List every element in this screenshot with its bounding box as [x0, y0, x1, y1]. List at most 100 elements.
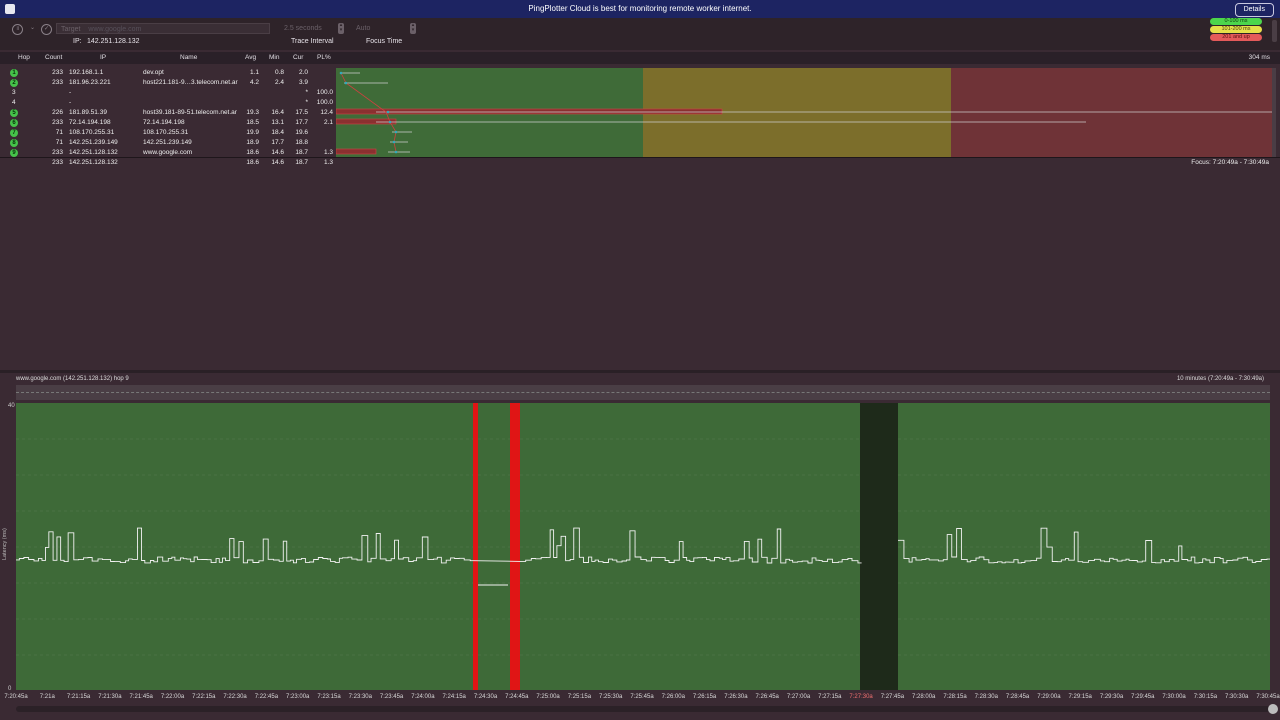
x-tick-label: 7:21a	[39, 694, 55, 700]
hop-cur: 2.0	[298, 69, 308, 76]
table-row[interactable]: 8 71 142.251.239.149 142.251.239.149 18.9 17.…	[0, 138, 336, 148]
col-ip[interactable]: IP	[100, 54, 106, 61]
focus-label: Focus: 7:20:49a - 7:30:49a	[1191, 159, 1269, 166]
loss-bar-hop-5	[336, 108, 723, 115]
col-hop[interactable]: Hop	[18, 54, 30, 61]
col-cur[interactable]: Cur	[293, 54, 303, 61]
hop-cur: 18.7	[295, 149, 308, 156]
hop-cur: *	[305, 99, 308, 106]
loss-bar-1	[473, 403, 478, 690]
summary-count: 233	[52, 159, 63, 166]
x-tick-label: 7:20:45a	[4, 694, 28, 700]
trace-graph[interactable]	[336, 68, 1272, 157]
x-tick-label: 7:22:30a	[223, 694, 247, 700]
toolbar-side-tab[interactable]	[1272, 20, 1277, 42]
x-tick-label: 7:29:30a	[1099, 694, 1124, 700]
table-header: Hop Count IP Name Avg Min Cur PL% 304 ms	[0, 52, 1280, 64]
latency-graph[interactable]	[16, 403, 1270, 690]
y-axis-label: Latency (ms)	[2, 528, 8, 560]
hop-badge: 8	[10, 139, 18, 147]
table-row[interactable]: 5 226 181.89.51.39 host39.181-89-51.telecom…	[0, 108, 336, 118]
hop-cur: 17.5	[295, 109, 308, 116]
pause-icon[interactable]: ॥	[12, 24, 23, 35]
hop-min: 14.6	[271, 149, 284, 156]
hop-number: 3	[12, 89, 16, 96]
summary-min: 14.6	[271, 159, 284, 166]
col-avg[interactable]: Avg	[245, 54, 256, 61]
focus-time-stepper[interactable]: ▴ ▾	[410, 23, 416, 34]
hop-name: host39.181-89-51.telecom.net.ar	[143, 109, 237, 116]
hop-ip: -	[69, 99, 72, 106]
hop-min: 0.8	[274, 69, 284, 76]
details-button[interactable]: Details	[1234, 3, 1274, 17]
table-row[interactable]: 4 - * 100.0	[0, 98, 336, 108]
x-tick-label: 7:26:45a	[755, 694, 779, 700]
target-field[interactable]: Target www.google.com	[56, 23, 270, 34]
hop-badge: 9	[10, 149, 18, 157]
table-row[interactable]: 1 233 192.168.1.1 dev.opt 1.1 0.8 2.0	[0, 68, 336, 78]
table-row[interactable]: 3 - * 100.0	[0, 88, 336, 98]
x-tick-label: 7:27:45a	[880, 694, 905, 700]
x-tick-label: 7:30:15a	[1193, 694, 1218, 700]
x-tick-label: 7:23:30a	[348, 694, 372, 700]
x-tick-label: 7:24:15a	[442, 694, 466, 700]
x-tick-label: 7:28:15a	[943, 694, 967, 700]
x-tick-label: 7:22:00a	[160, 694, 185, 700]
x-tick-label: 7:23:00a	[286, 694, 310, 700]
ip-value: 142.251.128.132	[87, 38, 140, 45]
table-row[interactable]: 7 71 108.170.255.31 108.170.255.31 19.9 18.4 1…	[0, 128, 336, 138]
loss-bar-2	[510, 403, 520, 690]
x-tick-label: 7:24:45a	[505, 694, 529, 700]
x-tick-label: 7:30:45a	[1256, 694, 1280, 700]
promo-banner: PingPlotter Cloud is best for monitoring…	[0, 0, 1280, 18]
trace-interval-select[interactable]: 2.5 seconds	[280, 23, 338, 34]
hop-pl: 2.1	[323, 119, 333, 126]
graph-range-label[interactable]: 10 minutes (7:20:49a - 7:30:49a)	[1177, 376, 1264, 382]
loss-strip-line	[16, 392, 1270, 393]
graph-header: www.google.com (142.251.128.132) hop 9 1…	[0, 375, 1280, 385]
hop-cur: 19.6	[295, 129, 308, 136]
graph-host-label: www.google.com (142.251.128.132) hop 9	[16, 376, 129, 382]
hop-ip: -	[69, 89, 72, 96]
x-tick-label: 7:30:30a	[1225, 694, 1249, 700]
timeline-scrollbar[interactable]	[16, 704, 1278, 714]
hop-cur: *	[305, 89, 308, 96]
chevron-down-icon[interactable]: ⌄	[30, 24, 35, 31]
x-tick-label: 7:21:45a	[129, 694, 153, 700]
x-tick-label: 7:24:00a	[411, 694, 435, 700]
summary-ip: 142.251.128.132	[69, 159, 118, 166]
x-tick-label: 7:26:30a	[724, 694, 748, 700]
trace-overlay	[336, 71, 1272, 155]
hop-cur: 17.7	[295, 119, 308, 126]
hop-count: 233	[52, 149, 63, 156]
x-tick-label: 7:27:30a	[849, 694, 873, 700]
pane-splitter[interactable]	[0, 370, 1280, 373]
x-tick-label: 7:22:15a	[192, 694, 216, 700]
x-tick-label: 7:22:45a	[254, 694, 279, 700]
table-row[interactable]: 2 233 181.96.23.221 host221.181-9…3.telecom…	[0, 78, 336, 88]
hop-ip: 181.89.51.39	[69, 109, 107, 116]
hop-min: 17.7	[271, 139, 284, 146]
col-count[interactable]: Count	[45, 54, 62, 61]
hop-count: 226	[52, 109, 63, 116]
hop-name: 108.170.255.31	[143, 129, 189, 136]
y-min-label: 0	[8, 686, 12, 692]
hop-badge: 5	[10, 109, 18, 117]
x-tick-label: 7:26:15a	[692, 694, 717, 700]
timeline-scroll-handle[interactable]	[1268, 704, 1278, 714]
focus-time-select[interactable]: Auto	[352, 23, 408, 34]
col-pl[interactable]: PL%	[317, 54, 331, 61]
trace-interval-stepper[interactable]: ▴ ▾	[338, 23, 344, 34]
hop-cur: 3.9	[298, 79, 308, 86]
hop-ip: 142.251.128.132	[69, 149, 118, 156]
col-min[interactable]: Min	[269, 54, 279, 61]
latency-line	[16, 527, 862, 564]
hop-min: 13.1	[271, 119, 284, 126]
hop-ip: 181.96.23.221	[69, 79, 111, 86]
summary-row: 233 142.251.128.132 18.6 14.6 18.7 1.3 F…	[0, 158, 1280, 168]
trace-scrollbar[interactable]	[1272, 68, 1276, 157]
check-icon[interactable]: ✓	[41, 24, 52, 35]
table-row[interactable]: 6 233 72.14.194.198 72.14.194.198 18.5 13.1 17…	[0, 118, 336, 128]
col-name[interactable]: Name	[180, 54, 197, 61]
ip-label: IP:	[73, 38, 82, 45]
